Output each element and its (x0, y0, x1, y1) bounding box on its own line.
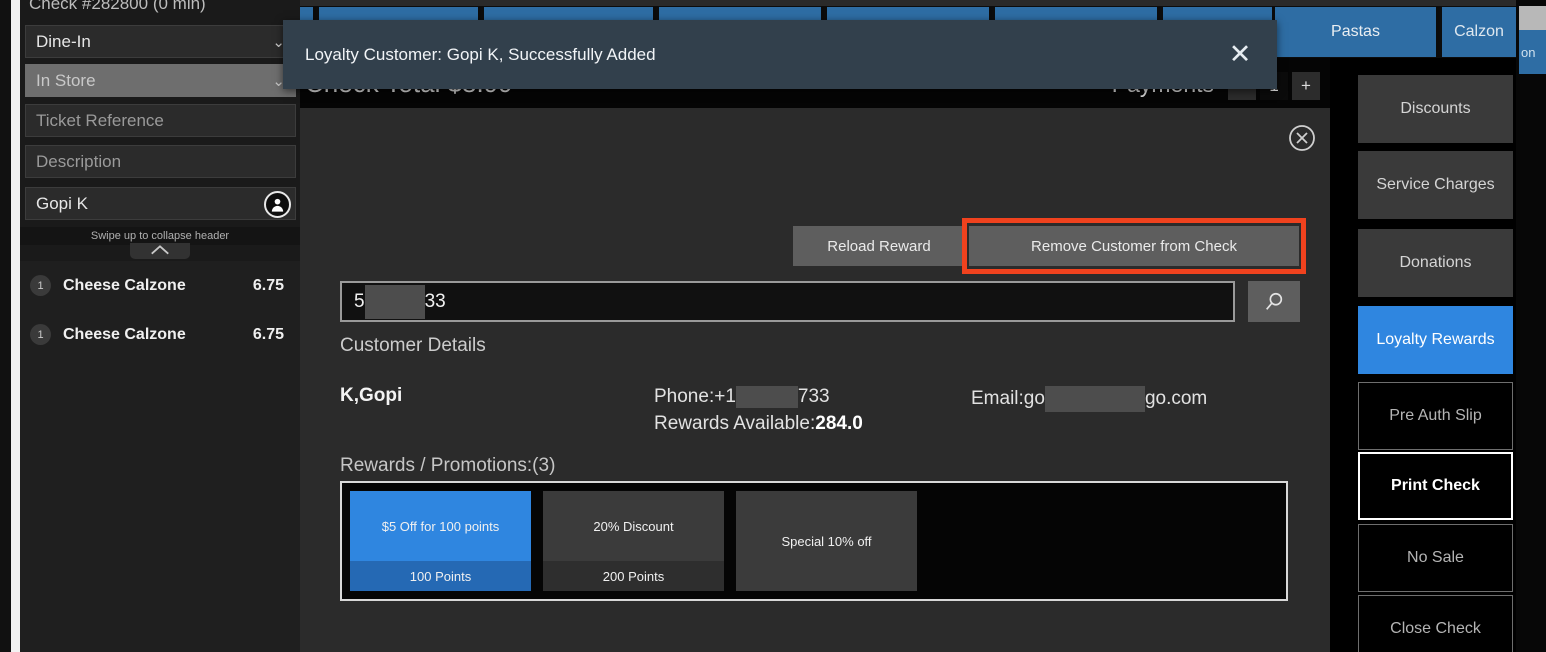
window-left-edge (0, 0, 11, 652)
customer-name-value: Gopi K (36, 194, 88, 214)
center-panel: Check Total $8.99 Payments - 1 + Reload … (300, 58, 1330, 652)
offscreen-tab-label: on (1521, 45, 1535, 60)
category-tab-calzones-label: Calzon (1454, 23, 1504, 41)
description-input[interactable]: Description (25, 145, 296, 178)
order-item-qty: 1 (30, 324, 51, 345)
order-item-qty: 1 (30, 275, 51, 296)
reward-card-points: 100 Points (350, 561, 531, 591)
category-tab-pastas[interactable]: Pastas (1275, 7, 1439, 57)
customer-search-button[interactable] (1248, 281, 1300, 322)
ticket-reference-placeholder: Ticket Reference (36, 111, 164, 131)
search-value-suffix: 33 (425, 291, 446, 313)
ticket-reference-input[interactable]: Ticket Reference (25, 104, 296, 137)
customer-email: Email:go go.com (971, 386, 1207, 412)
customer-email-prefix: go (1024, 388, 1045, 409)
close-x-icon[interactable]: ✕ (1225, 40, 1255, 70)
category-tab-pastas-label: Pastas (1331, 23, 1380, 41)
reward-card-points: 200 Points (543, 561, 724, 591)
loyalty-rewards-panel: Reload Reward Remove Customer from Check… (300, 108, 1330, 652)
rail-button-service-charges[interactable]: Service Charges (1358, 151, 1513, 219)
close-circle-icon[interactable] (1287, 123, 1317, 153)
person-circle-icon[interactable] (264, 191, 291, 218)
order-item-price: 6.75 (253, 277, 284, 295)
toast-message: Loyalty Customer: Gopi K, Successfully A… (305, 45, 656, 65)
payments-increment-button[interactable]: + (1292, 72, 1320, 100)
reward-card-label: Special 10% off (736, 491, 917, 591)
reward-card[interactable]: $5 Off for 100 points 100 Points (350, 491, 531, 591)
customer-rewards-available: Rewards Available:284.0 (654, 413, 863, 435)
reward-card[interactable]: 20% Discount 200 Points (543, 491, 724, 591)
customer-search-input[interactable]: 5 33 (340, 281, 1235, 322)
description-placeholder: Description (36, 152, 121, 172)
window-right-gutter (1516, 0, 1546, 652)
rail-button-close-check[interactable]: Close Check (1358, 595, 1513, 652)
rewards-available-value: 284.0 (815, 413, 863, 434)
channel-dropdown[interactable]: In Store ⌄ (25, 64, 296, 97)
reward-card-label: 20% Discount (543, 491, 724, 561)
customer-phone: Phone:+1 733 (654, 386, 830, 408)
rail-button-donations[interactable]: Donations (1358, 229, 1513, 297)
customer-phone-prefix: +1 (714, 386, 736, 407)
chevron-up-icon (149, 243, 171, 257)
order-item-name: Cheese Calzone (63, 277, 186, 295)
rail-button-no-sale[interactable]: No Sale (1358, 524, 1513, 592)
remove-customer-from-check-button[interactable]: Remove Customer from Check (969, 226, 1299, 266)
customer-phone-suffix: 733 (798, 386, 830, 407)
vertical-scrollbar[interactable] (1519, 6, 1546, 30)
order-item-row[interactable]: 1 Cheese Calzone 6.75 (20, 310, 300, 359)
customer-full-name: K,Gopi (340, 385, 402, 407)
customer-phone-label: Phone: (654, 386, 714, 407)
customer-details-title: Customer Details (340, 335, 486, 357)
search-icon (1263, 291, 1285, 313)
channel-value: In Store (36, 71, 96, 91)
order-item-list: 1 Cheese Calzone 6.75 1 Cheese Calzone 6… (20, 261, 300, 652)
swipe-collapse-label: Swipe up to collapse header (91, 230, 229, 242)
customer-email-redaction (1045, 386, 1145, 412)
order-item-name: Cheese Calzone (63, 326, 186, 344)
search-value-prefix: 5 (354, 291, 365, 313)
collapse-header-handle[interactable] (130, 243, 190, 259)
search-value-redaction (365, 285, 425, 319)
order-type-value: Dine-In (36, 32, 91, 52)
rewards-available-label: Rewards Available: (654, 413, 815, 434)
rail-button-print-check[interactable]: Print Check (1358, 452, 1513, 520)
reward-card[interactable]: Special 10% off (736, 491, 917, 591)
offscreen-tab-fragment[interactable]: on (1519, 30, 1546, 74)
category-tab-calzones[interactable]: Calzon (1442, 7, 1516, 57)
order-item-price: 6.75 (253, 326, 284, 344)
toast-notification: Loyalty Customer: Gopi K, Successfully A… (283, 20, 1277, 89)
rewards-promotions-container: $5 Off for 100 points 100 Points 20% Dis… (340, 481, 1288, 601)
customer-phone-redaction (736, 386, 798, 408)
customer-email-label: Email: (971, 388, 1024, 409)
reload-reward-button[interactable]: Reload Reward (793, 226, 965, 266)
action-rail: Discounts Service Charges Donations Loya… (1330, 58, 1516, 652)
order-type-dropdown[interactable]: Dine-In ⌄ (25, 25, 296, 58)
customer-search-row: 5 33 (340, 281, 1300, 322)
order-item-row[interactable]: 1 Cheese Calzone 6.75 (20, 261, 300, 310)
rail-button-loyalty-rewards[interactable]: Loyalty Rewards (1358, 306, 1513, 374)
customer-name-field[interactable]: Gopi K (25, 187, 296, 220)
rail-button-discounts[interactable]: Discounts (1358, 75, 1513, 143)
customer-email-suffix: go.com (1145, 388, 1207, 409)
pos-app-window: Pastas Calzon on Check #282800 (0 min) D… (0, 0, 1546, 652)
reward-card-label: $5 Off for 100 points (350, 491, 531, 561)
rewards-promotions-title: Rewards / Promotions:(3) (340, 455, 555, 477)
check-header-title: Check #282800 (0 min) (20, 0, 300, 14)
window-left-white-band (11, 0, 20, 652)
rail-button-pre-auth-slip[interactable]: Pre Auth Slip (1358, 382, 1513, 450)
